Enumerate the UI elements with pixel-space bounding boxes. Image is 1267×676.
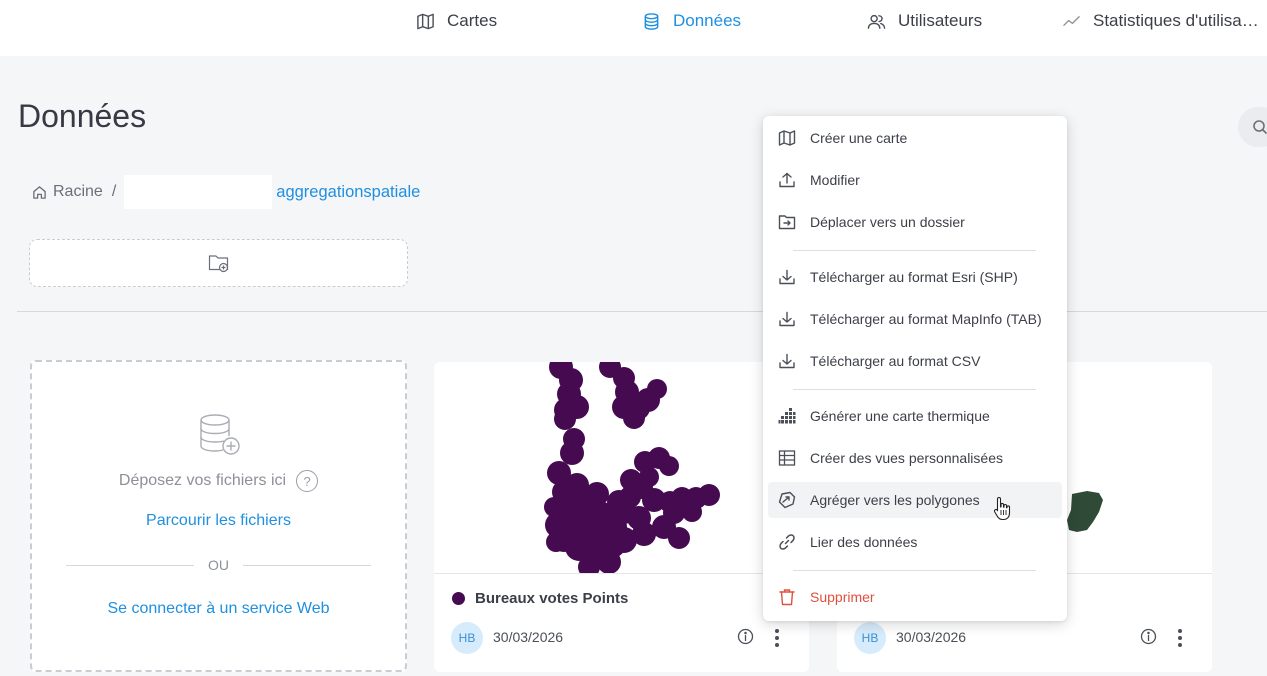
- menu-item-link-data[interactable]: Lier des données: [768, 524, 1062, 560]
- nav-item-label: Utilisateurs: [898, 11, 983, 30]
- page-title: Données: [18, 98, 147, 134]
- info-icon[interactable]: [1140, 628, 1157, 645]
- link-icon: [779, 534, 795, 550]
- map-icon: [778, 130, 796, 146]
- nav-item-label: Statistiques d'utilisa…: [1093, 11, 1259, 30]
- menu-item-label: Créer une carte: [810, 130, 908, 146]
- heatmap-grid-icon: [778, 408, 796, 424]
- menu-item-delete[interactable]: Supprimer: [768, 579, 1062, 615]
- menu-item-download-tab[interactable]: Télécharger au format MapInfo (TAB): [768, 301, 1062, 337]
- or-divider-line: [243, 564, 371, 566]
- nav-item-statistiques[interactable]: Statistiques d'utilisa…: [1062, 0, 1259, 42]
- menu-item-heatmap[interactable]: Générer une carte thermique: [768, 398, 1062, 434]
- menu-item-label: Déplacer vers un dossier: [810, 214, 965, 230]
- section-divider: [17, 311, 1267, 312]
- database-add-icon: [200, 414, 240, 455]
- aggregate-polygon-icon: [778, 491, 796, 509]
- menu-separator: [793, 250, 1036, 251]
- trend-line-icon: [1063, 15, 1080, 26]
- download-icon: [779, 353, 795, 369]
- card-divider: [434, 573, 809, 574]
- breadcrumb-separator: /: [111, 183, 117, 200]
- menu-item-modify[interactable]: Modifier: [768, 162, 1062, 198]
- users-icon: [867, 14, 886, 29]
- help-icon[interactable]: ?: [296, 470, 319, 492]
- breadcrumb: Racine / aggregationspatiale: [32, 175, 420, 209]
- redacted-breadcrumb-segment: [124, 175, 273, 209]
- menu-item-custom-views[interactable]: Créer des vues personnalisées: [768, 440, 1062, 476]
- download-icon: [779, 269, 795, 285]
- trash-icon: [779, 589, 795, 606]
- avatar: HB: [854, 622, 886, 654]
- dataset-card[interactable]: Bureaux votes Points HB 30/03/2026: [434, 362, 809, 672]
- menu-item-label: Modifier: [810, 172, 860, 188]
- menu-item-aggregate-polygons[interactable]: Agréger vers les polygones: [768, 482, 1062, 518]
- breadcrumb-current[interactable]: aggregationspatiale: [276, 183, 420, 202]
- menu-separator: [793, 389, 1036, 390]
- or-divider-line: [66, 564, 194, 566]
- nav-item-donnees[interactable]: Données: [642, 0, 741, 42]
- menu-item-label: Générer une carte thermique: [810, 408, 990, 424]
- dataset-date: 30/03/2026: [493, 629, 564, 645]
- breadcrumb-root-label: Racine: [53, 183, 103, 200]
- dataset-date: 30/03/2026: [896, 629, 967, 645]
- table-icon: [778, 450, 796, 466]
- nav-item-cartes[interactable]: Cartes: [416, 0, 497, 42]
- file-dropzone[interactable]: Déposez vos fichiers ici ? Parcourir les…: [30, 360, 407, 672]
- top-navigation: Cartes Données Utilisateurs Statistiques…: [0, 0, 1267, 56]
- browse-files-link[interactable]: Parcourir les fichiers: [32, 512, 405, 530]
- dataset-context-menu: Créer une carte Modifier Déplacer vers u…: [763, 116, 1067, 621]
- menu-item-download-csv[interactable]: Télécharger au format CSV: [768, 343, 1062, 379]
- search-button[interactable]: [1238, 107, 1267, 147]
- home-icon: [33, 185, 46, 199]
- connect-web-service-link[interactable]: Se connecter à un service Web: [32, 600, 405, 618]
- breadcrumb-root[interactable]: Racine: [32, 183, 103, 201]
- upload-icon: [779, 172, 795, 188]
- new-folder-button[interactable]: [29, 239, 408, 287]
- dropzone-text: Déposez vos fichiers ici: [118, 472, 287, 489]
- avatar: HB: [451, 622, 483, 654]
- or-divider-label: OU: [208, 557, 229, 573]
- menu-separator: [793, 570, 1036, 571]
- menu-item-move-to-folder[interactable]: Déplacer vers un dossier: [768, 204, 1062, 240]
- map-icon: [417, 13, 434, 29]
- menu-item-label: Créer des vues personnalisées: [810, 450, 1003, 466]
- dataset-name-label: Bureaux votes Points: [475, 590, 629, 607]
- more-options-icon[interactable]: [1170, 626, 1190, 650]
- menu-item-label: Télécharger au format Esri (SHP): [810, 269, 1018, 285]
- dataset-thumbnail-points: [434, 362, 809, 573]
- menu-item-label: Télécharger au format CSV: [810, 353, 981, 369]
- add-folder-icon: [208, 255, 228, 273]
- info-icon[interactable]: [737, 628, 754, 645]
- search-icon: [1253, 120, 1267, 134]
- download-icon: [779, 311, 795, 327]
- dataset-name: Bureaux votes Points: [452, 590, 628, 607]
- menu-item-create-map[interactable]: Créer une carte: [768, 120, 1062, 156]
- database-icon: [644, 12, 659, 30]
- menu-item-label: Supprimer: [810, 589, 875, 605]
- or-divider: OU: [66, 557, 371, 573]
- layer-color-dot: [452, 592, 465, 605]
- move-folder-icon: [778, 215, 796, 230]
- points-map-preview: [544, 362, 720, 573]
- menu-item-label: Télécharger au format MapInfo (TAB): [810, 311, 1042, 327]
- nav-item-utilisateurs[interactable]: Utilisateurs: [867, 0, 982, 42]
- nav-item-label: Cartes: [447, 11, 498, 30]
- menu-item-label: Agréger vers les polygones: [810, 492, 980, 508]
- hand-cursor-icon: [993, 496, 1011, 521]
- menu-item-download-shp[interactable]: Télécharger au format Esri (SHP): [768, 259, 1062, 295]
- nav-item-label: Données: [673, 11, 742, 30]
- more-options-icon[interactable]: [767, 626, 787, 650]
- dropzone-instructions: Déposez vos fichiers ici ?: [32, 470, 405, 492]
- menu-item-label: Lier des données: [810, 534, 918, 550]
